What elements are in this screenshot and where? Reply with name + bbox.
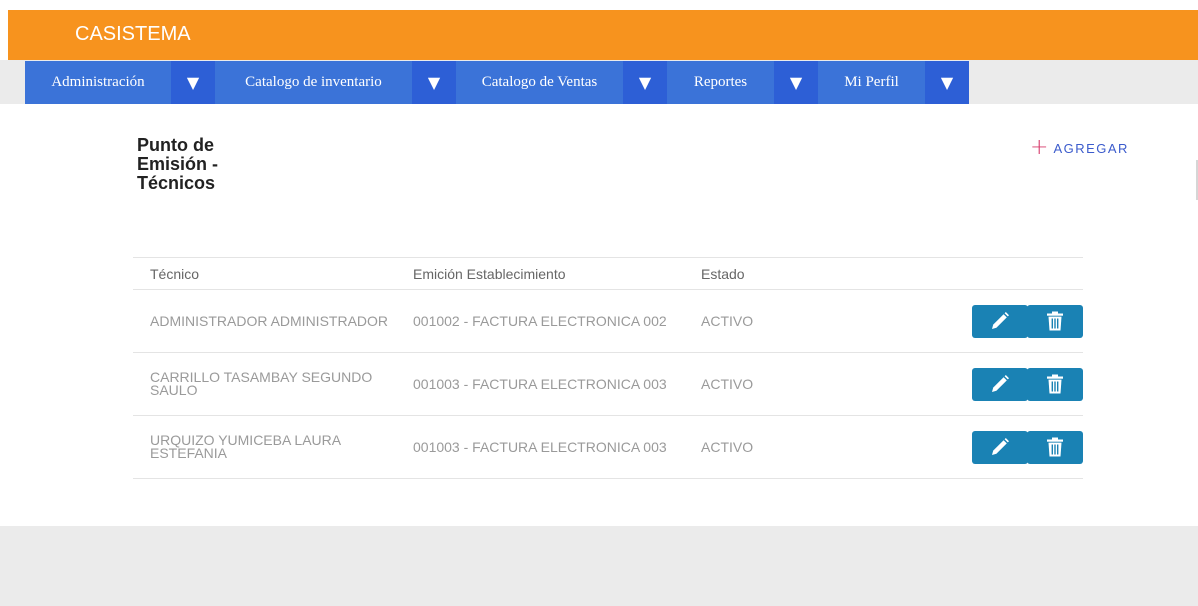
cell-tecnico: CARRILLO TASAMBAY SEGUNDO SAULO (150, 369, 373, 398)
nav-item-reportes[interactable]: Reportes (667, 61, 774, 104)
edit-button[interactable] (972, 367, 1028, 401)
pencil-icon (992, 438, 1009, 455)
nav-item-catalogo-inventario[interactable]: Catalogo de inventario (215, 61, 412, 104)
tecnicos-table: Técnico Emición Establecimiento Estado A… (133, 257, 1083, 479)
page: CASISTEMA Administración ▼ Catalogo de i… (0, 0, 1198, 606)
page-title: Punto de Emisión - Técnicos (137, 135, 219, 193)
cell-emicion: 001003 - FACTURA ELECTRONICA 003 (413, 375, 667, 392)
main-nav: Administración ▼ Catalogo de inventario … (25, 61, 969, 104)
nav-administracion-dropdown-icon[interactable]: ▼ (171, 61, 215, 104)
cell-estado: ACTIVO (701, 375, 754, 392)
nav-reportes-dropdown-icon[interactable]: ▼ (774, 61, 818, 104)
cell-emicion: 001003 - FACTURA ELECTRONICA 003 (413, 438, 667, 455)
nav-catalogo-inventario-dropdown-icon[interactable]: ▼ (412, 61, 456, 104)
cell-estado: ACTIVO (701, 438, 754, 455)
plus-icon: + (1030, 135, 1049, 160)
add-button[interactable]: + AGREGAR (1030, 135, 1129, 160)
cell-tecnico: ADMINISTRADOR ADMINISTRADOR (150, 312, 389, 329)
table-row: ADMINISTRADOR ADMINISTRADOR 001002 - FAC… (133, 289, 1083, 353)
delete-button[interactable] (1027, 367, 1083, 401)
brand-title[interactable]: CASISTEMA (75, 23, 191, 46)
trash-icon (1047, 374, 1063, 394)
table-header-row: Técnico Emición Establecimiento Estado (133, 257, 1083, 290)
row-actions (972, 367, 1083, 401)
nav-mi-perfil-dropdown-icon[interactable]: ▼ (925, 61, 969, 104)
trash-icon (1047, 437, 1063, 457)
column-header-tecnico[interactable]: Técnico (133, 257, 413, 290)
footer-area (0, 526, 1198, 606)
row-actions (972, 430, 1083, 464)
top-header-bar: CASISTEMA (8, 10, 1198, 60)
nav-item-mi-perfil[interactable]: Mi Perfil (818, 61, 925, 104)
pencil-icon (992, 375, 1009, 392)
nav-catalogo-ventas-dropdown-icon[interactable]: ▼ (623, 61, 667, 104)
column-header-estado[interactable]: Estado (691, 257, 851, 290)
edit-button[interactable] (972, 304, 1028, 338)
delete-button[interactable] (1027, 304, 1083, 338)
delete-button[interactable] (1027, 430, 1083, 464)
edit-button[interactable] (972, 430, 1028, 464)
column-header-emicion[interactable]: Emición Establecimiento (413, 257, 691, 290)
column-header-actions (851, 257, 1083, 290)
cell-estado: ACTIVO (701, 312, 754, 329)
add-button-label: AGREGAR (1053, 140, 1129, 156)
nav-item-administracion[interactable]: Administración (25, 61, 171, 104)
row-actions (972, 304, 1083, 338)
cell-tecnico: URQUIZO YUMICEBA LAURA ESTEFANIA (150, 432, 341, 461)
table-row: URQUIZO YUMICEBA LAURA ESTEFANIA 001003 … (133, 415, 1083, 479)
trash-icon (1047, 311, 1063, 331)
cell-emicion: 001002 - FACTURA ELECTRONICA 002 (413, 312, 667, 329)
pencil-icon (992, 312, 1009, 329)
table-row: CARRILLO TASAMBAY SEGUNDO SAULO 001003 -… (133, 352, 1083, 416)
nav-item-catalogo-ventas[interactable]: Catalogo de Ventas (456, 61, 623, 104)
